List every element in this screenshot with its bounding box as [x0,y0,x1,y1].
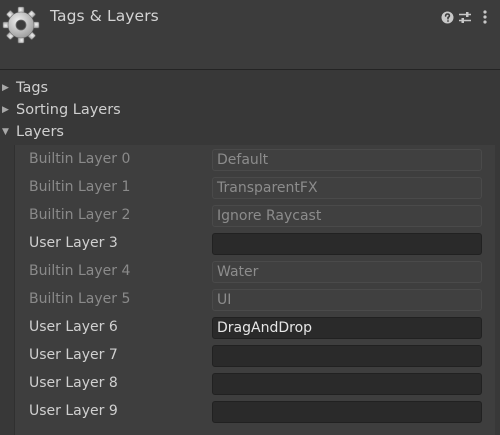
layer-row: User Layer 3 [15,230,495,258]
layer-name-field: UI [212,289,482,311]
kebab-menu-icon[interactable] [478,9,492,25]
layer-label: Builtin Layer 4 [29,263,131,279]
layer-label: User Layer 6 [29,319,118,335]
presets-icon[interactable] [458,9,472,25]
layer-row: Builtin Layer 1 TransparentFX [15,174,495,202]
inspector-title: Tags & Layers [50,7,159,25]
layer-label: Builtin Layer 5 [29,291,131,307]
layer-name-input[interactable] [212,233,482,255]
tags-foldout[interactable]: ▶ Tags [0,77,48,99]
layer-label: User Layer 8 [29,375,118,391]
help-icon[interactable] [440,9,454,25]
layer-name-input[interactable] [212,373,482,395]
layer-row: Builtin Layer 4 Water [15,258,495,286]
layers-foldout-label: Layers [16,124,64,140]
layer-name-field: TransparentFX [212,177,482,199]
layer-name-field: Default [212,149,482,171]
layer-name-field: Ignore Raycast [212,205,482,227]
layer-name-input[interactable] [212,401,482,423]
layer-label: Builtin Layer 1 [29,179,131,195]
layers-list: Builtin Layer 0 Default Builtin Layer 1 … [14,145,495,435]
sorting-layers-foldout-label: Sorting Layers [16,102,121,118]
layer-row: Builtin Layer 0 Default [15,146,495,174]
layer-label: User Layer 3 [29,235,118,251]
collapsed-arrow-icon: ▶ [2,83,9,93]
layer-label: User Layer 7 [29,347,118,363]
layer-row: Builtin Layer 5 UI [15,286,495,314]
collapsed-arrow-icon: ▶ [2,105,9,115]
layer-name-input[interactable] [212,345,482,367]
sorting-layers-foldout[interactable]: ▶ Sorting Layers [0,99,121,121]
layer-name-field: Water [212,261,482,283]
layer-row: User Layer 9 [15,398,495,426]
layer-name-input[interactable]: DragAndDrop [212,317,482,339]
layer-label: Builtin Layer 0 [29,151,131,167]
gear-icon [1,5,41,45]
layers-foldout[interactable]: ▼ Layers [0,121,64,143]
layer-row: User Layer 6 DragAndDrop [15,314,495,342]
layer-label: User Layer 9 [29,403,118,419]
tags-foldout-label: Tags [16,80,49,96]
layer-row: User Layer 7 [15,342,495,370]
inspector-header: Tags & Layers [0,0,500,70]
layer-row: Builtin Layer 2 Ignore Raycast [15,202,495,230]
layer-row: User Layer 8 [15,370,495,398]
expanded-arrow-icon: ▼ [2,127,9,137]
layer-label: Builtin Layer 2 [29,207,131,223]
